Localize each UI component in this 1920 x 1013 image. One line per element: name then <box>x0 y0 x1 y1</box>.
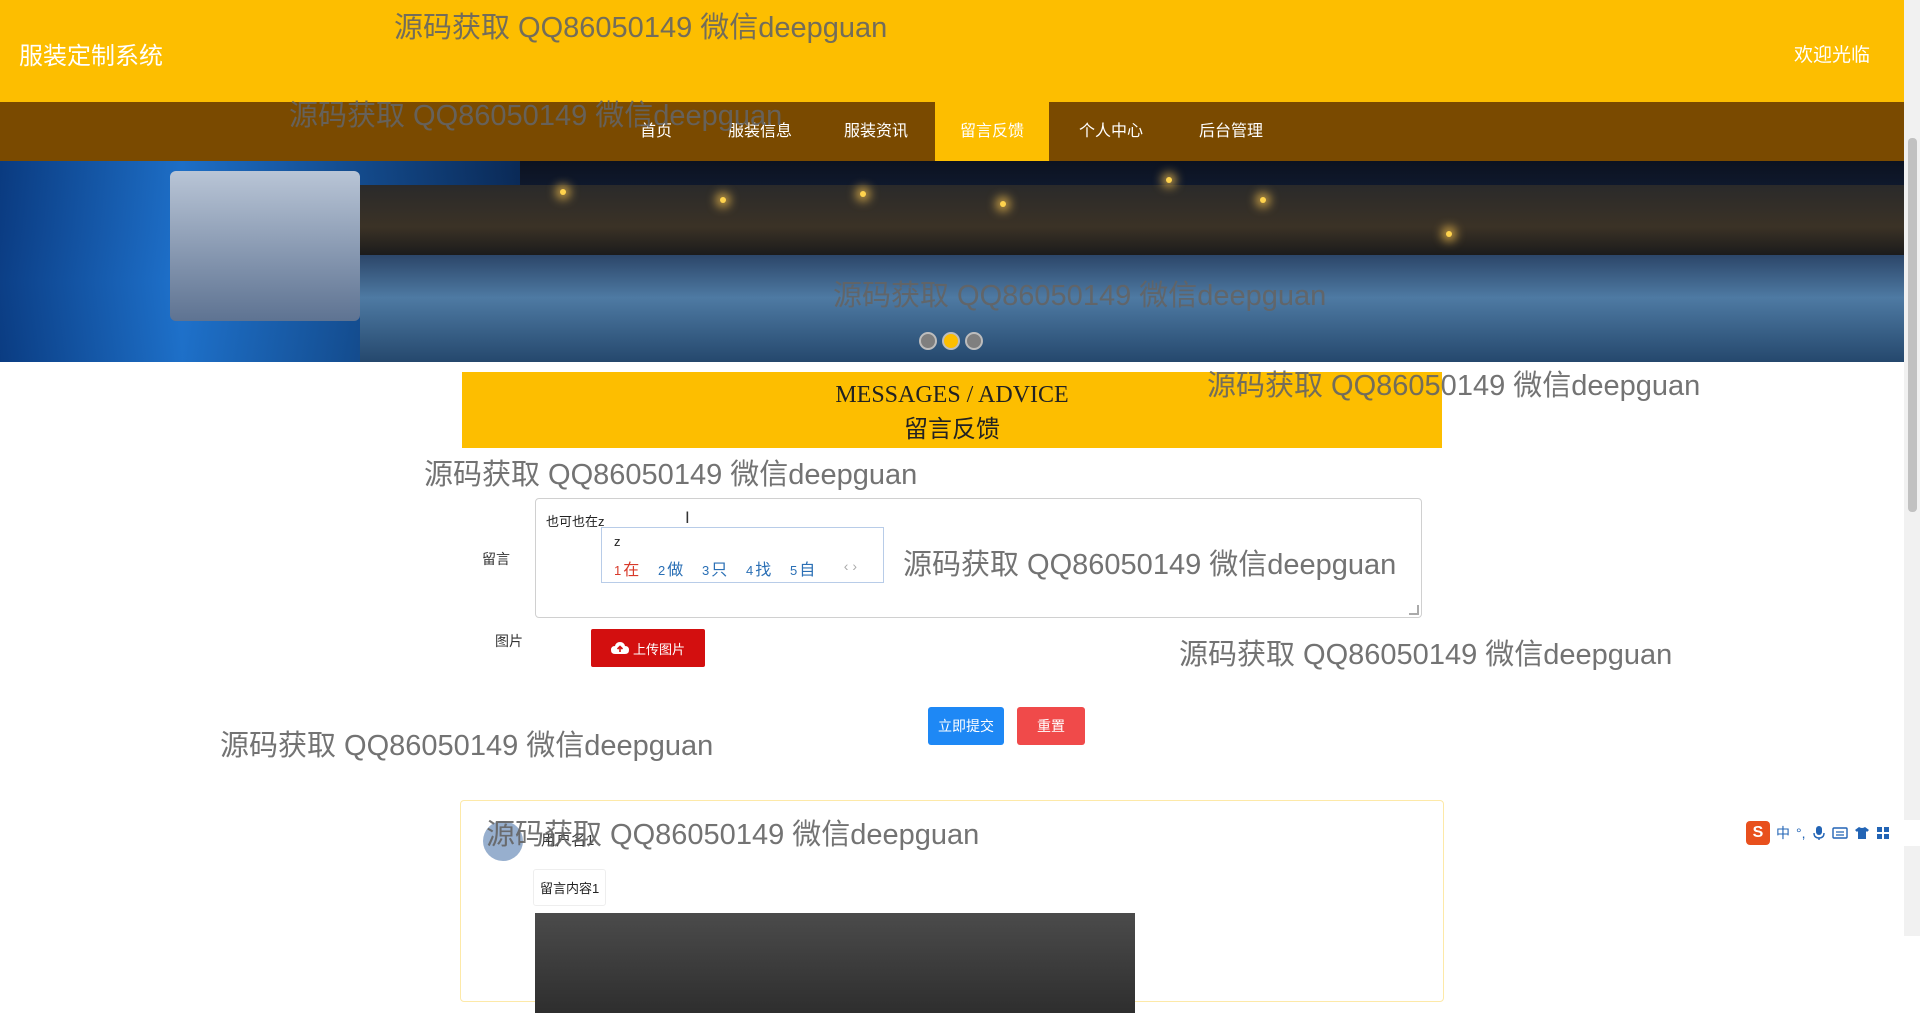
message-image <box>535 913 1135 1013</box>
carousel-dot-3[interactable] <box>965 332 983 350</box>
banner-light <box>720 197 726 203</box>
page-scrollbar[interactable] <box>1904 0 1920 936</box>
banner-light <box>1166 177 1172 183</box>
site-brand[interactable]: 服装定制系统 <box>19 36 163 71</box>
section-title: MESSAGES / ADVICE 留言反馈 <box>462 372 1442 448</box>
ime-pinyin: z <box>614 534 621 549</box>
submit-button[interactable]: 立即提交 <box>928 707 1004 745</box>
skin-shirt-icon[interactable] <box>1854 826 1870 840</box>
ime-page-arrows-icon[interactable]: ‹ › <box>844 558 857 574</box>
message-user: 用户名1 <box>541 832 595 849</box>
cloud-upload-icon <box>610 642 629 654</box>
ime-candidate-3[interactable]: 3只 <box>702 556 727 580</box>
section-title-cn: 留言反馈 <box>904 417 1000 443</box>
carousel-dot-1[interactable] <box>919 332 937 350</box>
avatar <box>483 821 523 861</box>
welcome-text: 欢迎光临 <box>1793 45 1870 66</box>
ime-punctuation-toggle[interactable]: °, <box>1796 825 1806 841</box>
watermark: 源码获取 QQ86050149 微信deepguan <box>424 459 918 491</box>
nav-home[interactable]: 首页 <box>624 102 688 161</box>
message-card: 用户名1 留言内容1 <box>460 800 1444 1013</box>
nav-clothing-info[interactable]: 服装信息 <box>712 102 808 161</box>
ime-mode-toggle[interactable]: 中 <box>1776 823 1790 843</box>
ime-candidate-5[interactable]: 5自 <box>790 556 815 580</box>
ime-candidate-4[interactable]: 4找 <box>746 556 771 580</box>
main-nav: 首页 服装信息 服装资讯 留言反馈 个人中心 后台管理 <box>0 102 1904 161</box>
watermark: 源码获取 QQ86050149 微信deepguan <box>1179 639 1673 671</box>
microphone-icon[interactable] <box>1812 825 1826 841</box>
message-textarea-value: 也可也在z <box>546 514 605 529</box>
banner-light <box>1000 201 1006 207</box>
resize-grip-icon[interactable] <box>1409 605 1419 615</box>
text-cursor-icon: Ⅰ <box>685 510 690 527</box>
upload-image-button[interactable]: 上传图片 <box>591 629 705 667</box>
carousel-dot-2[interactable] <box>942 332 960 350</box>
banner-pillar <box>170 171 360 321</box>
message-content: 留言内容1 <box>533 869 607 906</box>
banner-light <box>1446 231 1452 237</box>
section-title-en: MESSAGES / ADVICE <box>835 382 1069 408</box>
nav-clothing-news[interactable]: 服装资讯 <box>830 102 922 161</box>
banner-water <box>360 255 1904 362</box>
nav-personal-center[interactable]: 个人中心 <box>1068 102 1154 161</box>
watermark: 源码获取 QQ86050149 微信deepguan <box>220 730 714 762</box>
ime-toolbar: S 中 °, <box>1742 820 1920 846</box>
keyboard-icon[interactable] <box>1831 826 1848 840</box>
banner-shore <box>360 185 1904 255</box>
scrollbar-thumb[interactable] <box>1908 138 1917 512</box>
nav-feedback[interactable]: 留言反馈 <box>935 102 1049 161</box>
banner-light <box>1260 197 1266 203</box>
sogou-logo-icon[interactable]: S <box>1746 821 1770 845</box>
upload-image-label: 上传图片 <box>632 641 685 657</box>
header-bar: 服装定制系统 欢迎光临 <box>0 0 1904 102</box>
image-label: 图片 <box>495 633 523 649</box>
banner-light <box>860 191 866 197</box>
banner-light <box>560 189 566 195</box>
ime-candidate-2[interactable]: 2做 <box>658 556 683 580</box>
nav-admin[interactable]: 后台管理 <box>1186 102 1276 161</box>
ime-candidate-popup: z 1在 2做 3只 4找 5自 ‹ › <box>601 527 884 583</box>
reset-button[interactable]: 重置 <box>1017 707 1085 745</box>
toolbox-grid-icon[interactable] <box>1876 826 1890 840</box>
ime-candidate-1[interactable]: 1在 <box>614 556 639 580</box>
message-label: 留言 <box>482 551 510 567</box>
